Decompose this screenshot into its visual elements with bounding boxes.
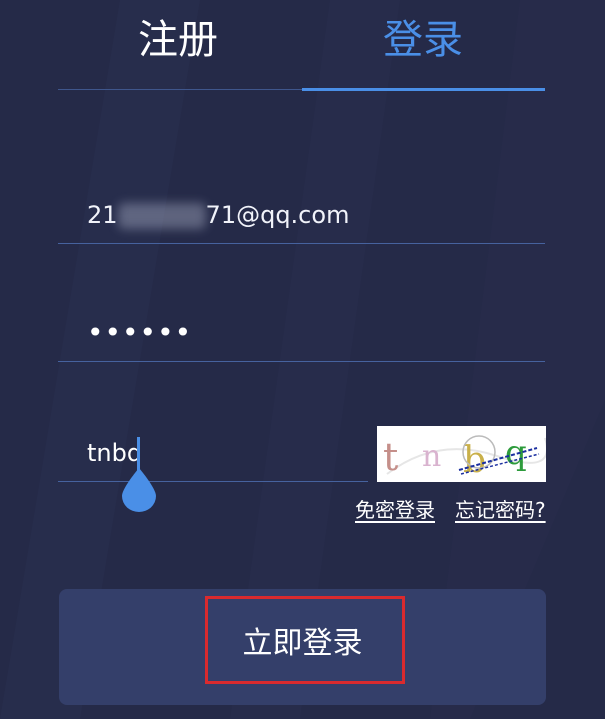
forgot-password-link[interactable]: 忘记密码? <box>455 494 546 523</box>
captcha-char-3: b <box>463 440 486 481</box>
tab-active-indicator <box>302 88 545 91</box>
captcha-image[interactable]: t n b q <box>377 426 546 482</box>
email-suffix: 71@qq.com <box>205 201 350 229</box>
captcha-char-4: q <box>505 433 527 473</box>
email-underline <box>58 243 545 244</box>
auth-links: 免密登录 忘记密码? <box>0 494 605 526</box>
email-prefix: 21 <box>87 201 118 229</box>
login-button-label: 立即登录 <box>242 626 363 661</box>
password-underline <box>58 361 545 362</box>
login-button[interactable]: 立即登录 <box>59 589 546 705</box>
password-free-login-link[interactable]: 免密登录 <box>355 494 435 523</box>
captcha-char-2: n <box>422 439 441 474</box>
email-input[interactable]: 21 71@qq.com <box>87 186 349 244</box>
text-cursor <box>137 437 140 472</box>
password-input[interactable] <box>87 302 507 362</box>
captcha-char-1: t <box>383 435 398 479</box>
email-field[interactable]: 21 71@qq.com <box>58 186 545 244</box>
auth-tabs: 注册 登录 <box>58 0 545 92</box>
password-field[interactable] <box>58 302 545 362</box>
captcha-graphic: t n b q <box>377 426 546 482</box>
tab-login[interactable]: 登录 <box>343 12 503 68</box>
email-redacted-blur <box>117 203 206 229</box>
captcha-field[interactable] <box>58 424 368 482</box>
captcha-underline <box>58 481 368 482</box>
tab-register[interactable]: 注册 <box>98 12 258 68</box>
